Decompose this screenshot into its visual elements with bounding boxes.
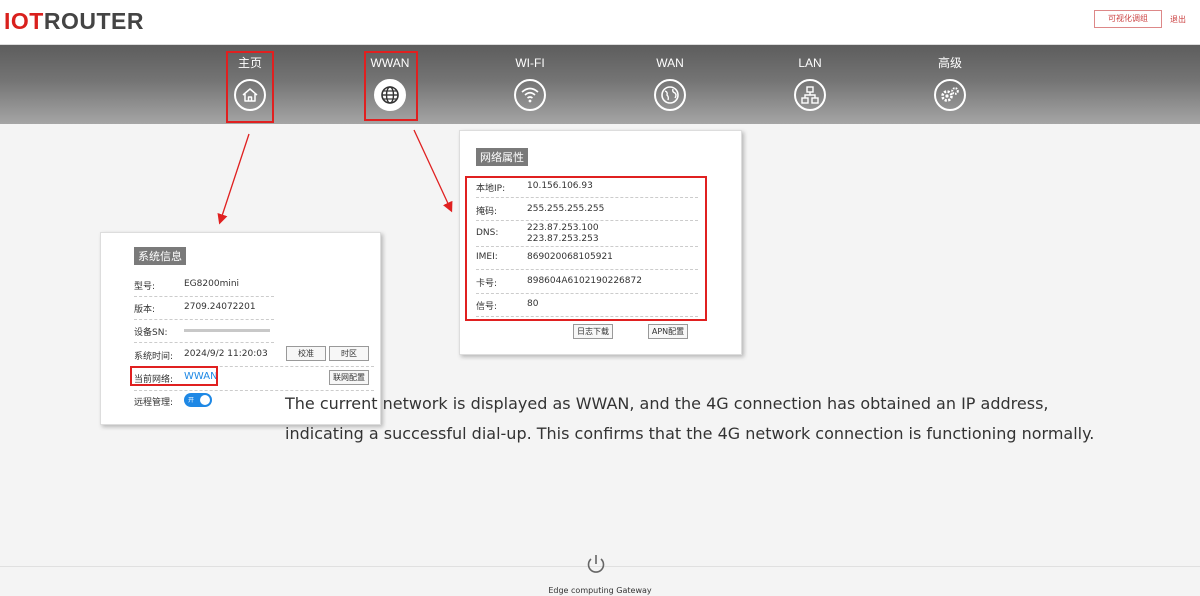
visual-setup-button[interactable]: 可视化调组 [1094, 10, 1162, 28]
logo-part1: IOT [4, 8, 44, 34]
power-icon[interactable] [584, 552, 608, 576]
ip-value: 10.156.106.93 [527, 181, 593, 191]
caption-line-1: The current network is displayed as WWAN… [285, 394, 1049, 413]
version-label: 版本: [134, 305, 156, 315]
divider [476, 293, 698, 294]
timezone-button[interactable]: 时区 [329, 346, 369, 361]
remote-toggle-text: 开 [188, 397, 195, 404]
divider [476, 197, 698, 198]
nav-item-wifi[interactable]: WI-FI [495, 45, 565, 124]
prop-row-signal: 信号: 80 [476, 299, 696, 312]
divider [476, 246, 698, 247]
calibrate-button[interactable]: 校准 [286, 346, 326, 361]
page: IOTROUTER 可视化调组 退出 主页 WWAN WI-FI WAN LAN… [0, 0, 1200, 596]
top-bar: IOTROUTER 可视化调组 退出 [0, 0, 1200, 45]
nav-label-advanced: 高级 [937, 56, 962, 70]
prop-row-dns: DNS: 223.87.253.100 223.87.253.253 [476, 223, 696, 247]
dns-label: DNS: [476, 228, 499, 238]
nav-label-wan: WAN [656, 56, 684, 70]
divider [134, 296, 274, 297]
remote-label: 远程管理: [134, 398, 174, 408]
info-row-model: 型号: EG8200mini [134, 279, 374, 292]
sn-value-redacted [184, 329, 270, 332]
mask-label: 掩码: [476, 207, 498, 217]
caption-line-2: indicating a successful dial-up. This co… [285, 424, 1095, 443]
logo-part2: ROUTER [43, 8, 144, 34]
version-value: 2709.24072201 [184, 302, 256, 312]
prop-row-card: 卡号: 898604A6102190226872 [476, 276, 696, 289]
divider [476, 269, 698, 270]
dns-value-2: 223.87.253.253 [527, 234, 599, 244]
imei-label: IMEI: [476, 252, 498, 262]
prop-row-ip: 本地IP: 10.156.106.93 [476, 181, 696, 194]
toggle-knob [200, 395, 210, 405]
info-row-sn: 设备SN: [134, 325, 374, 338]
nav-item-lan[interactable]: LAN [775, 45, 845, 124]
earth-icon [654, 79, 686, 111]
main-nav: 主页 WWAN WI-FI WAN LAN 高级 [0, 45, 1200, 124]
imei-value: 869020068105921 [527, 252, 613, 262]
network-props-panel: 网络属性 本地IP: 10.156.106.93 掩码: 255.255.255… [459, 130, 742, 355]
nav-item-wan[interactable]: WAN [635, 45, 705, 124]
nav-label-lan: LAN [798, 56, 822, 70]
prop-row-imei: IMEI: 869020068105921 [476, 252, 696, 264]
arrow-to-system-info [217, 133, 250, 225]
card-value: 898604A6102190226872 [527, 276, 642, 286]
highlight-current-network [130, 366, 218, 386]
arrow-to-network-props [413, 129, 453, 213]
footer-text: Edge computing Gateway [548, 586, 652, 595]
highlight-wwan [364, 51, 418, 121]
sn-label: 设备SN: [134, 328, 168, 338]
model-label: 型号: [134, 282, 156, 292]
divider [476, 220, 698, 221]
time-label: 系统时间: [134, 352, 174, 362]
logout-link[interactable]: 退出 [1170, 14, 1186, 25]
signal-label: 信号: [476, 302, 498, 312]
time-value: 2024/9/2 11:20:03 [184, 349, 268, 359]
network-props-title: 网络属性 [476, 148, 528, 166]
model-value: EG8200mini [184, 279, 240, 289]
divider [476, 316, 698, 317]
network-icon [794, 79, 826, 111]
mask-value: 255.255.255.255 [527, 204, 605, 214]
divider [134, 319, 274, 320]
prop-row-mask: 掩码: 255.255.255.255 [476, 204, 696, 217]
net-config-button[interactable]: 联网配置 [329, 370, 369, 385]
wifi-icon [514, 79, 546, 111]
logo: IOTROUTER [4, 8, 144, 35]
dns-value-1: 223.87.253.100 [527, 223, 599, 233]
gear-icon [934, 79, 966, 111]
log-download-button[interactable]: 日志下载 [573, 324, 613, 339]
nav-item-advanced[interactable]: 高级 [915, 45, 985, 124]
ip-label: 本地IP: [476, 184, 506, 194]
remote-toggle[interactable]: 开 [184, 393, 212, 407]
system-info-title: 系统信息 [134, 247, 186, 265]
apn-config-button[interactable]: APN配置 [648, 324, 688, 339]
card-label: 卡号: [476, 279, 498, 289]
highlight-home [226, 51, 274, 123]
info-row-version: 版本: 2709.24072201 [134, 302, 374, 315]
signal-value: 80 [527, 299, 539, 309]
divider [134, 342, 274, 343]
nav-label-wifi: WI-FI [515, 56, 545, 70]
